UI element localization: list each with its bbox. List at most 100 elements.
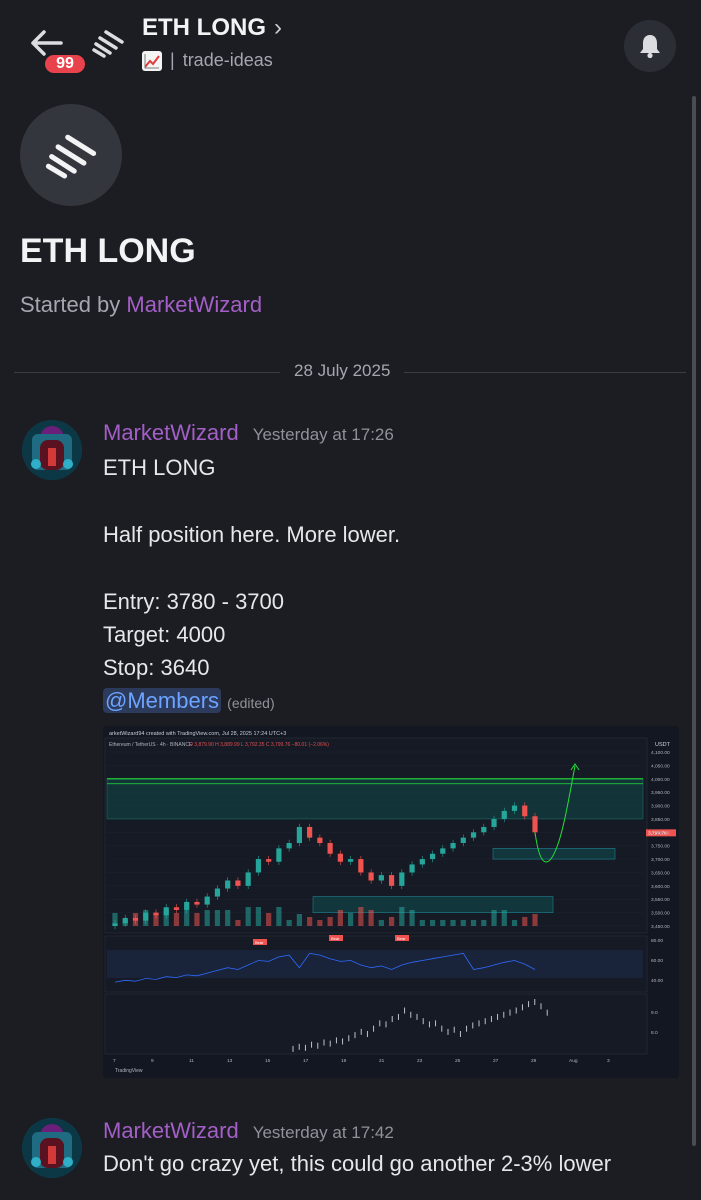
lower-label: 8.0	[651, 1030, 658, 1036]
time-label: 17	[303, 1058, 309, 1064]
avatar-image	[22, 1118, 82, 1178]
candle-body	[501, 810, 507, 819]
started-by-prefix: Started by	[20, 292, 121, 317]
price-label: 3,799.76	[651, 830, 670, 836]
thread-server-avatar	[20, 104, 122, 206]
chevron-right-icon: ›	[274, 14, 282, 41]
rsi-label: 80.00	[651, 938, 663, 944]
candle-body	[337, 853, 343, 862]
candle-body	[429, 853, 436, 860]
volume-bar	[214, 910, 221, 926]
message-line: ETH LONG	[103, 455, 216, 480]
role-mention[interactable]: @Members	[103, 688, 222, 713]
candle-body	[307, 826, 313, 838]
volume-bar	[429, 920, 436, 926]
volume-bar	[470, 920, 477, 926]
message-line: Target: 4000	[103, 622, 226, 647]
candle-body	[419, 859, 425, 865]
candle-body	[122, 917, 128, 924]
chart-ohlc-line: O 3,879.90 H 3,889.99 L 3,792.35 C 3,799…	[189, 742, 329, 748]
bear-tag-label: Bear	[255, 940, 264, 945]
thread-top-bar: 99 ETH LONG › | trade-ideas	[0, 0, 701, 86]
message-author[interactable]: MarketWizard	[103, 420, 239, 446]
volume-bar	[399, 907, 405, 926]
time-label: 7	[113, 1058, 116, 1064]
volume-bar	[204, 910, 210, 926]
volume-bar	[388, 917, 395, 926]
volume-bar	[409, 910, 415, 926]
volume-bar	[419, 920, 425, 926]
avatar[interactable]	[22, 420, 82, 480]
time-label: 25	[455, 1058, 461, 1064]
candle-body	[388, 875, 395, 886]
message-timestamp: Yesterday at 17:42	[252, 1123, 394, 1142]
candle-body	[317, 837, 323, 844]
volume-bar	[317, 920, 323, 926]
volume-bar	[532, 914, 538, 926]
candle-body	[368, 872, 374, 881]
message-mention-line: @Members (edited)	[103, 688, 275, 714]
time-label: 29	[531, 1058, 537, 1064]
price-label: 3,700.00	[651, 857, 670, 863]
volume-bar	[368, 910, 374, 926]
candle-body	[112, 923, 118, 926]
volume-bar	[460, 920, 466, 926]
started-by-user[interactable]: MarketWizard	[126, 292, 262, 317]
volume-bar	[358, 907, 364, 926]
time-label: 23	[417, 1058, 423, 1064]
volume-bar	[378, 920, 384, 926]
volume-bar	[440, 920, 446, 926]
message-header: MarketWizard Yesterday at 17:42	[103, 1118, 394, 1144]
time-label: 9	[151, 1058, 154, 1064]
candle-body	[225, 880, 231, 889]
volume-bar	[348, 913, 354, 926]
started-by-line: Started by MarketWizard	[20, 292, 262, 318]
rsi-label: 40.00	[651, 978, 663, 984]
volume-bar	[266, 913, 272, 926]
time-label: 15	[265, 1058, 271, 1064]
bear-tag-label: Bear	[397, 936, 406, 941]
message-line: Stop: 3640	[103, 655, 210, 680]
thread-heading: ETH LONG	[20, 232, 196, 270]
thread-logo-icon	[45, 134, 97, 179]
avatar[interactable]	[22, 1118, 82, 1178]
chart-increasing-emoji	[142, 50, 162, 71]
volume-bar	[255, 907, 262, 926]
rsi-band	[107, 950, 643, 978]
candle-body	[399, 872, 405, 886]
price-label: 4,000.00	[651, 777, 670, 783]
edited-marker: (edited)	[227, 695, 275, 711]
bell-icon	[640, 35, 660, 59]
candle-body	[481, 826, 487, 833]
candle-body	[214, 888, 221, 897]
time-label: Aug	[569, 1058, 578, 1064]
scrollbar[interactable]	[692, 96, 696, 1146]
price-label: 3,850.00	[651, 817, 670, 823]
volume-bar	[276, 907, 282, 926]
chart-currency: USDT	[655, 742, 671, 748]
notification-bell-button[interactable]	[624, 20, 676, 72]
volume-bar	[450, 920, 456, 926]
price-label: 3,900.00	[651, 804, 670, 810]
message-header: MarketWizard Yesterday at 17:26	[103, 420, 394, 446]
thread-title-text: ETH LONG	[142, 14, 266, 41]
candle-body	[143, 912, 149, 921]
message-line: Entry: 3780 - 3700	[103, 589, 285, 614]
price-label: 3,750.00	[651, 844, 670, 850]
price-label: 3,450.00	[651, 924, 670, 930]
volume-bar	[286, 920, 292, 926]
chart-image-attachment[interactable]: arketWizard94 created with TradingView.c…	[103, 726, 679, 1078]
target-zone	[106, 778, 644, 820]
message-line: Don't go crazy yet, this could go anothe…	[103, 1151, 612, 1176]
candle-body	[245, 872, 251, 886]
time-label: 27	[493, 1058, 499, 1064]
thread-title-link[interactable]: ETH LONG ›	[142, 14, 282, 42]
candle-body	[163, 907, 169, 916]
candle-body	[276, 848, 282, 862]
candle-body	[532, 816, 538, 833]
parent-channel[interactable]: | trade-ideas	[142, 50, 273, 71]
price-label: 4,050.00	[651, 763, 670, 769]
candle-body	[173, 907, 180, 910]
thread-logo-icon	[92, 30, 124, 58]
message-author[interactable]: MarketWizard	[103, 1118, 239, 1144]
